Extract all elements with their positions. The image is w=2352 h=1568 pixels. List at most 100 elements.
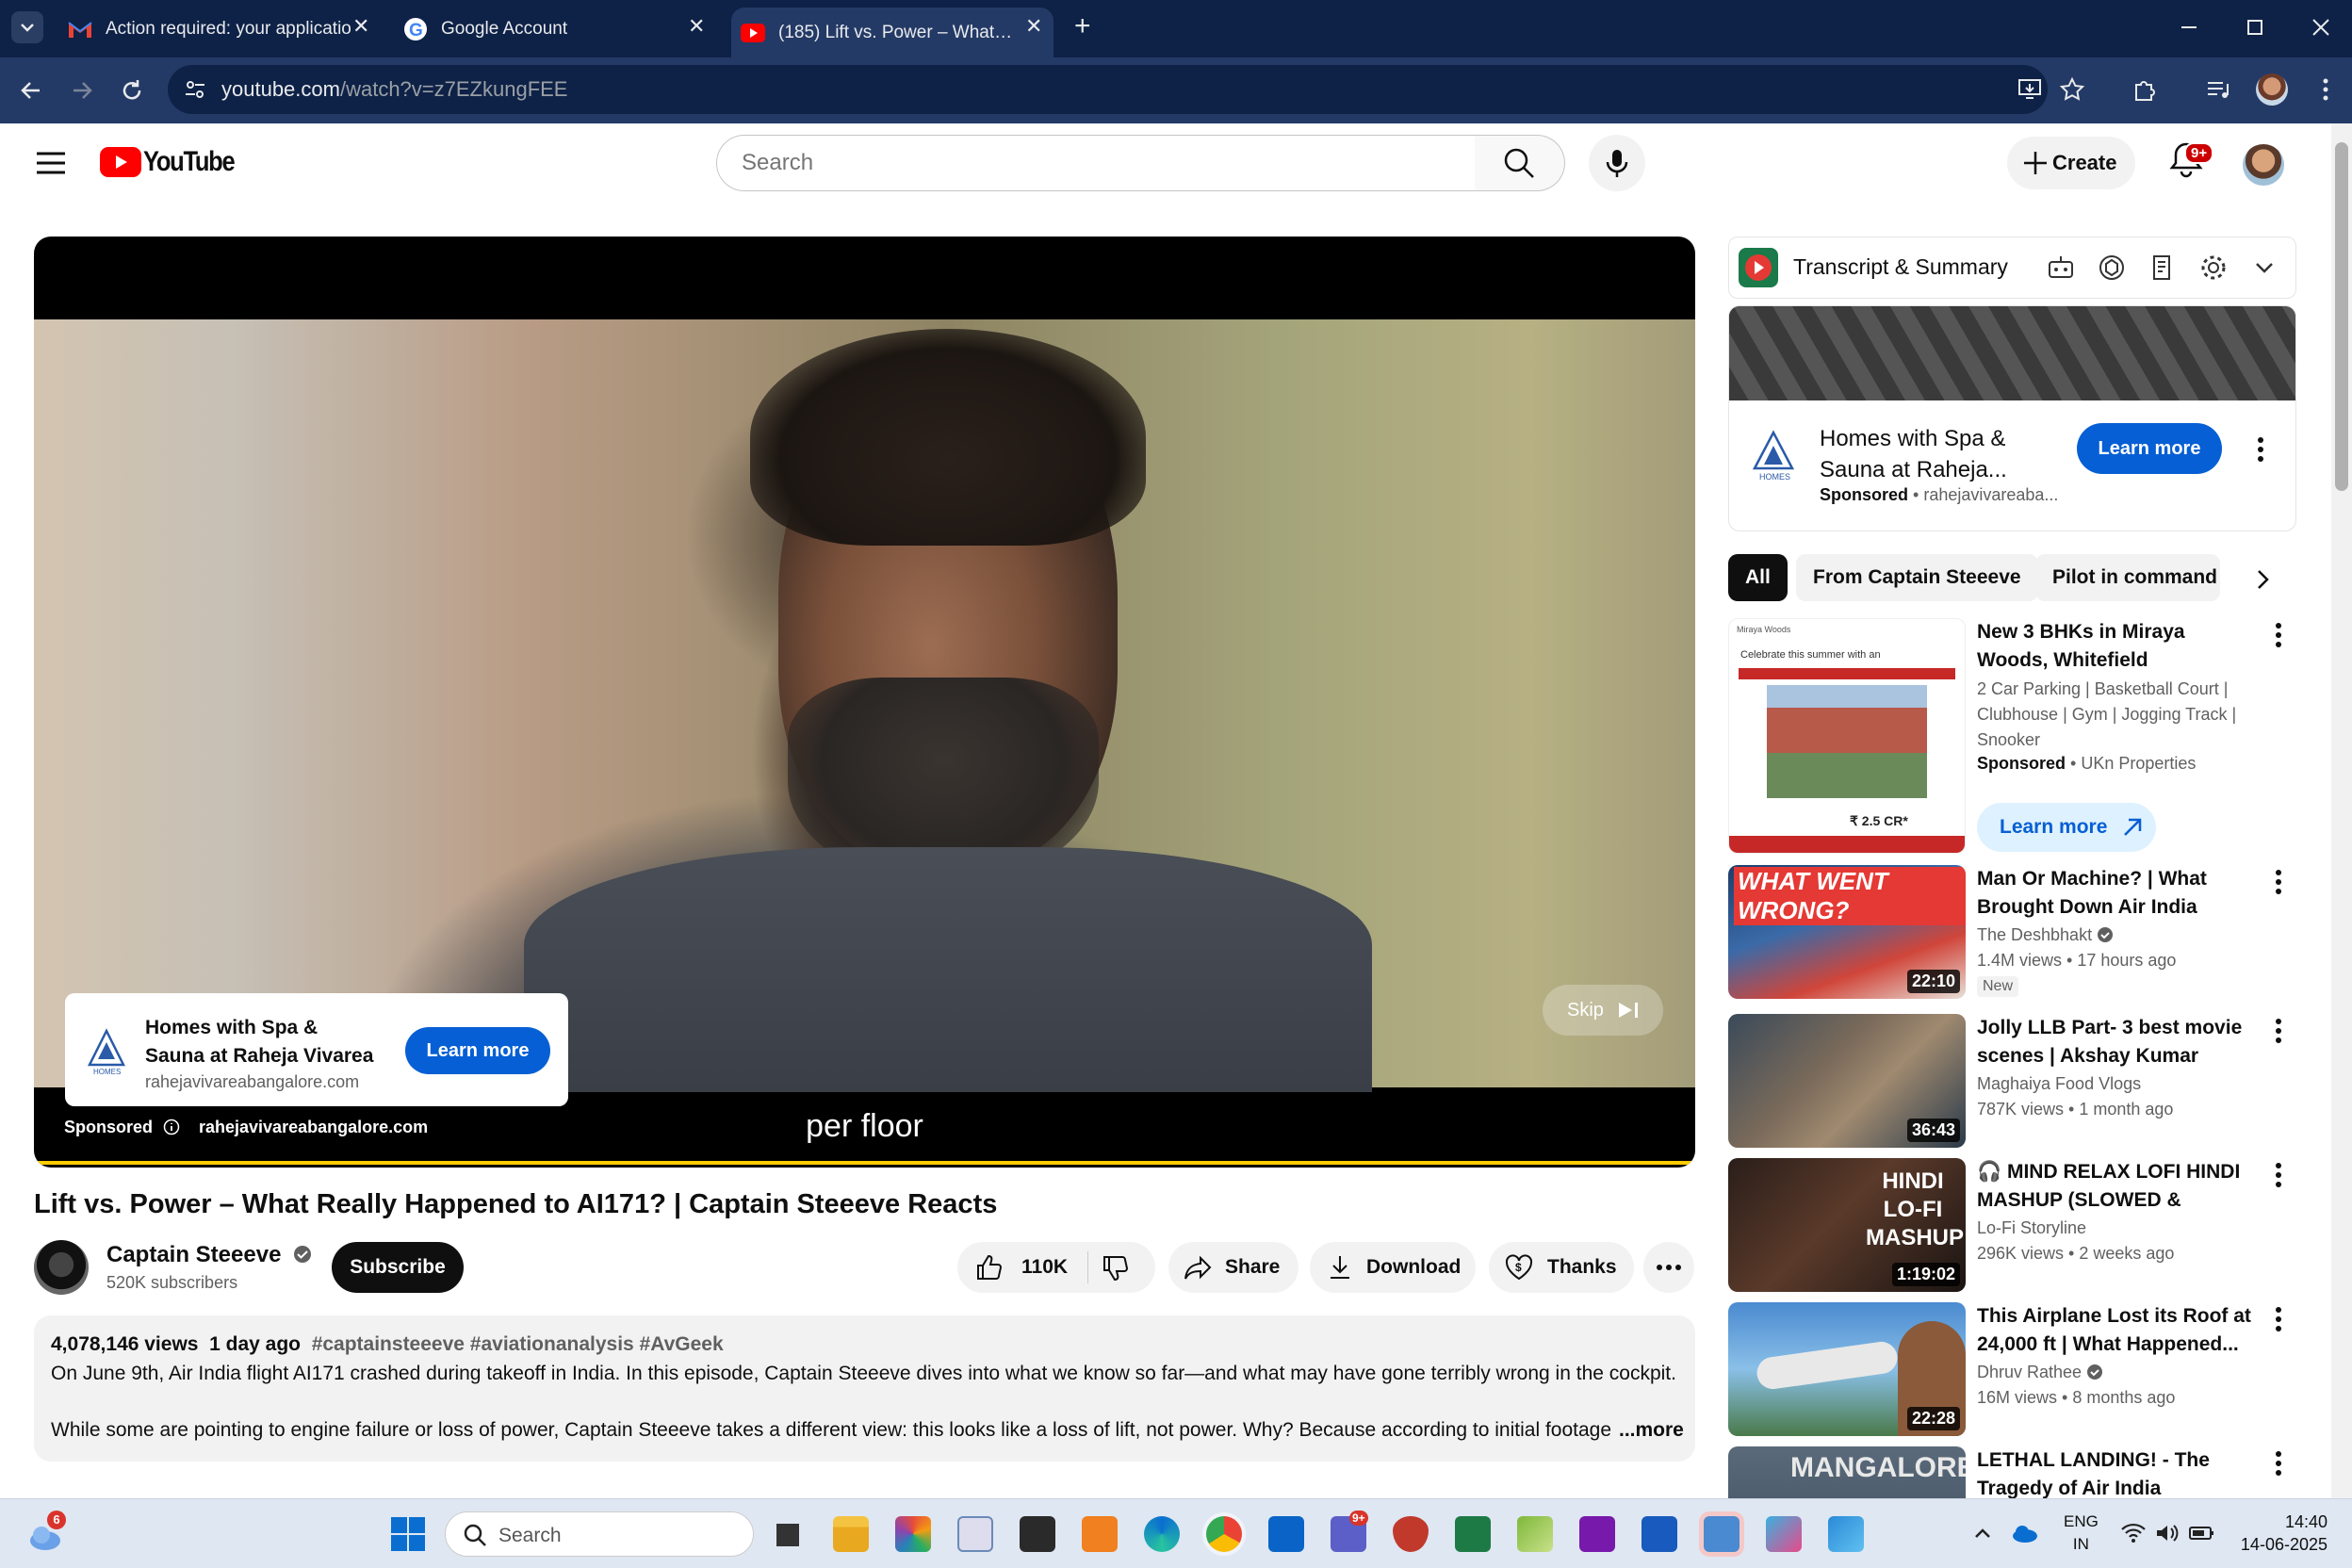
browser-tab-google-account[interactable]: G Google Account xyxy=(394,8,714,50)
channel-name[interactable]: Maghaiya Food Vlogs xyxy=(1977,1074,2141,1094)
reload-icon[interactable] xyxy=(119,76,147,105)
bookmark-star-icon[interactable] xyxy=(2059,76,2085,103)
more-vertical-icon[interactable] xyxy=(2257,436,2264,463)
microsoft-365-icon[interactable] xyxy=(895,1516,931,1552)
install-app-icon[interactable] xyxy=(2017,76,2043,103)
more-vertical-icon[interactable] xyxy=(2275,1450,2282,1477)
more-vertical-icon[interactable] xyxy=(2275,622,2282,648)
hashtags[interactable]: #captainsteeeve #aviationanalysis #AvGee… xyxy=(312,1333,724,1355)
video-thumbnail[interactable]: 36:43 xyxy=(1728,1014,1966,1148)
chevron-up-icon[interactable] xyxy=(1971,1522,1994,1544)
video-thumbnail[interactable]: WHAT WENT WRONG? 22:10 xyxy=(1728,865,1966,999)
tab-search-button[interactable] xyxy=(11,11,43,43)
chip-all[interactable]: All xyxy=(1728,554,1788,601)
learn-more-button[interactable]: Learn more xyxy=(1977,803,2156,852)
chrome-browser-icon[interactable] xyxy=(1206,1516,1242,1552)
task-view-icon[interactable] xyxy=(769,1516,805,1552)
onenote-icon[interactable] xyxy=(1579,1516,1615,1552)
chip-pilot-in-command[interactable]: Pilot in command xyxy=(2035,554,2220,601)
video-thumbnail[interactable]: Miraya Woods Celebrate this summer with … xyxy=(1728,618,1966,854)
show-more-link[interactable]: ...more xyxy=(1613,1419,1684,1442)
video-thumbnail[interactable]: 22:28 xyxy=(1728,1302,1966,1436)
new-tab-icon[interactable]: + xyxy=(1074,10,1091,42)
youtube-logo[interactable]: YouTube xyxy=(100,146,250,178)
list-item-video[interactable]: MANGALORE LETHAL LANDING! - The Tragedy … xyxy=(1728,1446,2296,1498)
more-vertical-icon[interactable] xyxy=(2275,1306,2282,1332)
terminal-icon[interactable] xyxy=(1020,1516,1055,1552)
weather-widget[interactable]: 6 xyxy=(26,1511,66,1554)
settings-gear-icon[interactable] xyxy=(2198,253,2229,283)
thumbs-down-icon[interactable] xyxy=(1101,1253,1131,1283)
taskbar-search[interactable]: Search xyxy=(445,1511,754,1557)
channel-avatar[interactable] xyxy=(34,1240,89,1295)
robot-icon[interactable] xyxy=(2046,253,2076,283)
thanks-button[interactable]: $ Thanks xyxy=(1489,1242,1634,1293)
excel-icon[interactable] xyxy=(1455,1516,1491,1552)
close-tab-icon[interactable]: ✕ xyxy=(688,14,705,39)
back-icon[interactable] xyxy=(17,76,45,105)
learn-more-button[interactable]: Learn more xyxy=(2077,423,2222,474)
search-input[interactable] xyxy=(716,135,1476,191)
window-app-icon[interactable] xyxy=(957,1516,993,1552)
minimize-icon[interactable] xyxy=(2179,17,2199,38)
remote-desktop-icon[interactable] xyxy=(1704,1516,1740,1552)
share-button[interactable]: Share xyxy=(1168,1242,1298,1293)
extensions-icon[interactable] xyxy=(2132,76,2158,103)
close-tab-icon[interactable]: ✕ xyxy=(352,14,369,39)
list-item-video[interactable]: WHAT WENT WRONG? 22:10 Man Or Machine? |… xyxy=(1728,865,2296,999)
transcript-extension-panel[interactable]: Transcript & Summary xyxy=(1728,237,2296,299)
hamburger-menu-icon[interactable] xyxy=(35,150,67,176)
wifi-icon[interactable] xyxy=(2120,1522,2147,1544)
player-ad-card[interactable]: HOMES Homes with Spa & Sauna at Raheja V… xyxy=(65,993,568,1106)
system-clock[interactable]: 14:40 14-06-2025 xyxy=(2233,1511,2328,1556)
list-item-video[interactable]: HINDI LO-FI MASHUP 1:19:02 🎧 MIND RELAX … xyxy=(1728,1158,2296,1292)
more-vertical-icon[interactable] xyxy=(2275,869,2282,895)
close-window-icon[interactable] xyxy=(2311,17,2331,38)
site-info-icon[interactable] xyxy=(183,77,207,102)
chip-from-channel[interactable]: From Captain Steeeve xyxy=(1796,554,2038,601)
sidebar-ad-card[interactable]: HOMES Homes with Spa & Sauna at Raheja..… xyxy=(1728,305,2296,531)
more-vertical-icon[interactable] xyxy=(2275,1018,2282,1044)
transcript-icon[interactable] xyxy=(2148,253,2178,283)
like-button[interactable]: 110K xyxy=(957,1242,1089,1293)
channel-name[interactable]: Dhruv Rathee xyxy=(1977,1363,2103,1382)
security-app-icon[interactable] xyxy=(1393,1516,1429,1552)
battery-icon[interactable] xyxy=(2188,1522,2214,1544)
volume-icon[interactable] xyxy=(2154,1522,2180,1544)
create-button[interactable]: Create xyxy=(2007,137,2135,189)
browser-tab-gmail[interactable]: Action required: your applicatio xyxy=(58,8,379,50)
windows-start-icon[interactable] xyxy=(390,1516,426,1552)
list-item-video[interactable]: 22:28 This Airplane Lost its Roof at 24,… xyxy=(1728,1302,2296,1436)
video-thumbnail[interactable]: MANGALORE xyxy=(1728,1446,1966,1498)
account-avatar[interactable] xyxy=(2243,144,2284,186)
file-explorer-icon[interactable] xyxy=(833,1516,869,1552)
snipping-tool-icon[interactable] xyxy=(1766,1516,1802,1552)
chevron-right-icon[interactable] xyxy=(2248,565,2277,594)
voice-search-button[interactable] xyxy=(1589,135,1645,191)
channel-name[interactable]: Lo-Fi Storyline xyxy=(1977,1218,2086,1238)
word-icon[interactable] xyxy=(1642,1516,1677,1552)
media-control-icon[interactable] xyxy=(2205,76,2231,103)
page-scrollbar[interactable] xyxy=(2331,123,2352,1498)
skip-ad-button[interactable]: Skip xyxy=(1543,985,1663,1036)
profile-avatar[interactable] xyxy=(2256,74,2288,106)
channel-name[interactable]: The Deshbhakt xyxy=(1977,925,2114,945)
download-button[interactable]: Download xyxy=(1310,1242,1476,1293)
office-app-icon[interactable] xyxy=(1082,1516,1118,1552)
scrollbar-thumb[interactable] xyxy=(2335,142,2348,491)
address-bar[interactable]: youtube.com/watch?v=z7EZkungFEE xyxy=(168,65,2048,114)
close-tab-icon[interactable]: ✕ xyxy=(1025,14,1042,39)
photos-app-icon[interactable] xyxy=(1828,1516,1864,1552)
chatgpt-icon[interactable] xyxy=(2097,253,2127,283)
video-frame[interactable] xyxy=(34,319,1695,1092)
chevron-down-icon[interactable] xyxy=(2249,253,2279,283)
more-vertical-icon[interactable] xyxy=(2275,1162,2282,1188)
search-button[interactable] xyxy=(1475,135,1565,191)
outlook-icon[interactable] xyxy=(1268,1516,1304,1552)
list-item-video[interactable]: 36:43 Jolly LLB Part- 3 best movie scene… xyxy=(1728,1014,2296,1148)
more-actions-button[interactable] xyxy=(1643,1242,1694,1293)
more-menu-icon[interactable] xyxy=(2312,76,2339,103)
subscribe-button[interactable]: Subscribe xyxy=(332,1242,464,1293)
input-language[interactable]: ENG IN xyxy=(2064,1511,2099,1556)
channel-name[interactable]: Captain Steeeve xyxy=(106,1242,312,1268)
